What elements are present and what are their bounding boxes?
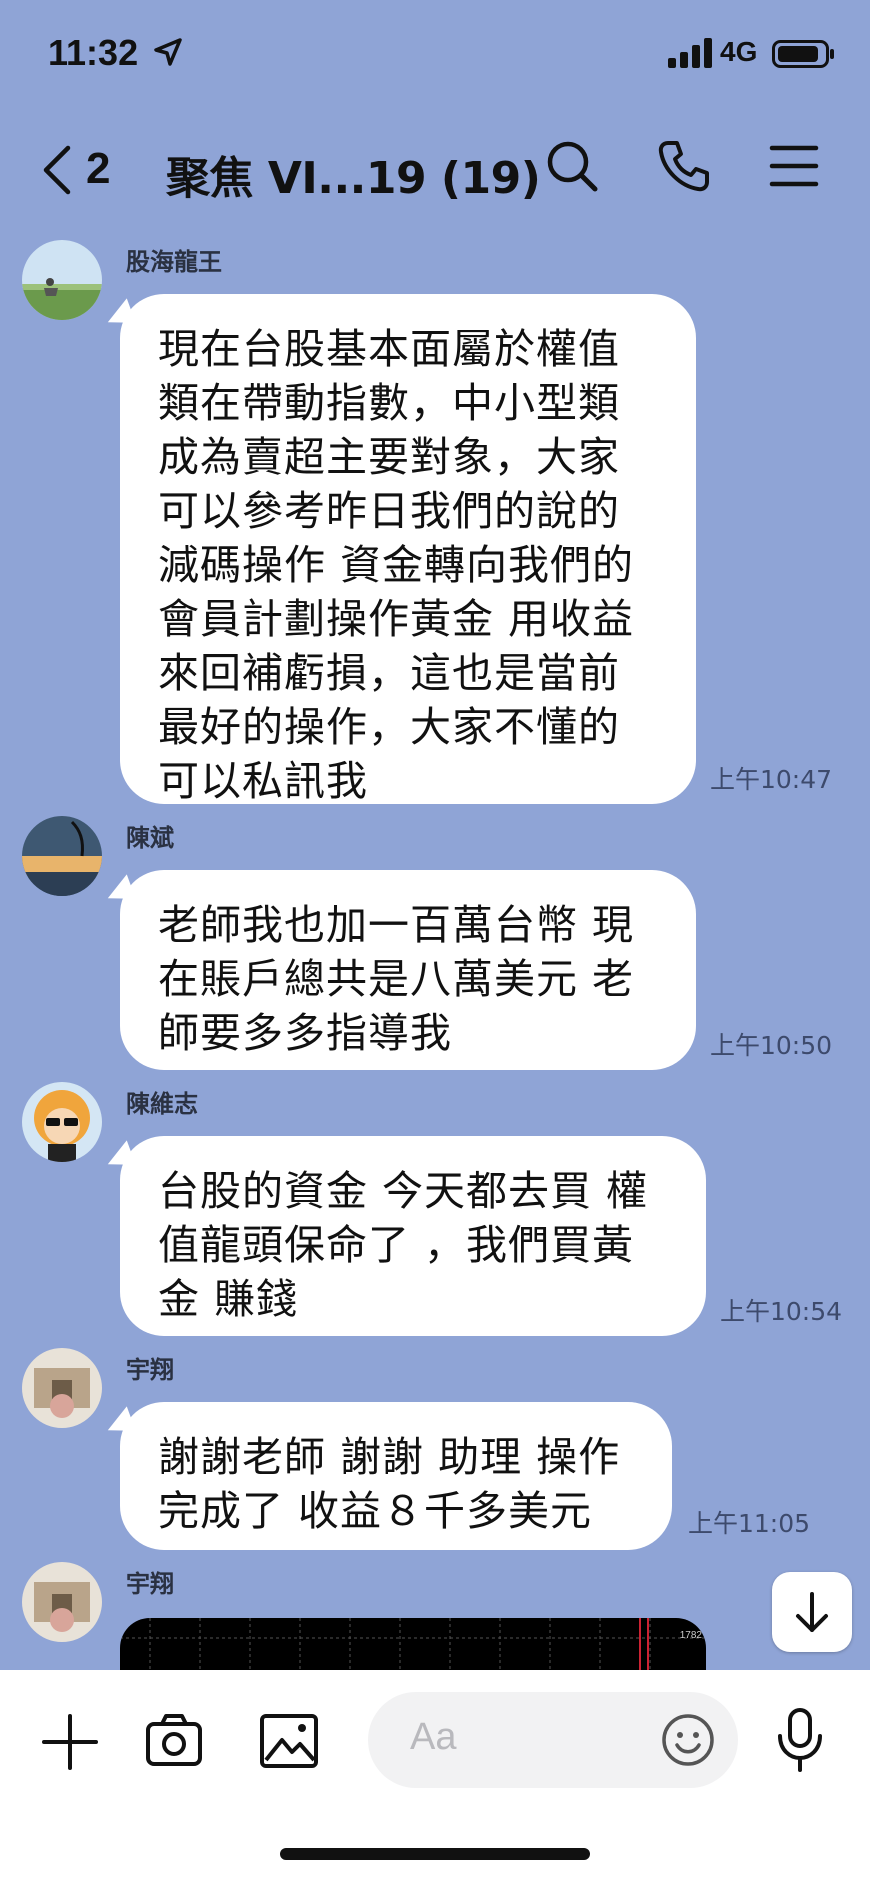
- chat-header: 2 聚焦 VI...19 (19): [0, 116, 870, 216]
- plus-icon[interactable]: [40, 1712, 100, 1772]
- location-arrow-icon: [154, 38, 182, 66]
- avatar[interactable]: [22, 816, 102, 896]
- phone-icon[interactable]: [656, 138, 712, 194]
- message-composer: Aa: [0, 1670, 870, 1884]
- avatar[interactable]: [22, 240, 102, 320]
- message-bubble[interactable]: 台股的資金 今天都去買 權 值龍頭保命了 ，我們買黃 金 賺錢: [120, 1136, 706, 1336]
- microphone-icon[interactable]: [772, 1706, 828, 1776]
- sender-name: 宇翔: [126, 1356, 174, 1384]
- status-bar: 11:32 4G: [0, 0, 870, 110]
- back-chevron-icon[interactable]: [38, 144, 74, 196]
- avatar[interactable]: [22, 1348, 102, 1428]
- message-bubble[interactable]: 謝謝老師 謝謝 助理 操作 完成了 收益８千多美元: [120, 1402, 672, 1550]
- message-bubble[interactable]: 老師我也加一百萬台幣 現 在賬戶總共是八萬美元 老 師要多多指導我: [120, 870, 696, 1070]
- menu-icon[interactable]: [766, 138, 822, 194]
- battery-icon: [772, 40, 834, 68]
- sender-name: 宇翔: [126, 1570, 174, 1598]
- sender-name: 陳斌: [126, 824, 174, 852]
- emoji-icon[interactable]: [660, 1712, 716, 1768]
- network-type: 4G: [720, 36, 758, 67]
- chart-image-grid: [120, 1618, 706, 1670]
- chart-image-label: 1782: [679, 1630, 702, 1641]
- avatar[interactable]: [22, 1082, 102, 1162]
- chat-title[interactable]: 聚焦 VI...19 (19): [166, 142, 541, 206]
- message-bubble[interactable]: 現在台股基本面屬於權值 類在帶動指數，中小型類 成為賣超主要對象，大家 可以參考…: [120, 294, 696, 805]
- home-indicator: [280, 1848, 590, 1860]
- chart-image-attachment[interactable]: 1782: [120, 1618, 706, 1670]
- status-time: 11:32: [48, 32, 139, 73]
- sender-name: 陳維志: [126, 1090, 198, 1118]
- avatar[interactable]: [22, 1562, 102, 1642]
- scroll-to-bottom-button[interactable]: [772, 1572, 852, 1652]
- arrow-down-icon: [796, 1592, 828, 1632]
- message-time: 上午10:47: [710, 765, 833, 794]
- camera-icon[interactable]: [144, 1710, 204, 1770]
- message-input-placeholder: Aa: [410, 1716, 457, 1758]
- message-list[interactable]: 股海龍王 現在台股基本面屬於權值 類在帶動指數，中小型類 成為賣超主要對象，大家…: [0, 230, 870, 1670]
- message-time: 上午10:54: [720, 1297, 843, 1326]
- message-time: 上午11:05: [688, 1509, 811, 1538]
- unread-count[interactable]: 2: [86, 144, 110, 194]
- sender-name: 股海龍王: [126, 248, 222, 276]
- search-icon[interactable]: [544, 138, 600, 194]
- image-gallery-icon[interactable]: [258, 1710, 320, 1772]
- cellular-signal-icon: [668, 38, 712, 68]
- message-input[interactable]: Aa: [368, 1692, 738, 1788]
- message-time: 上午10:50: [710, 1031, 833, 1060]
